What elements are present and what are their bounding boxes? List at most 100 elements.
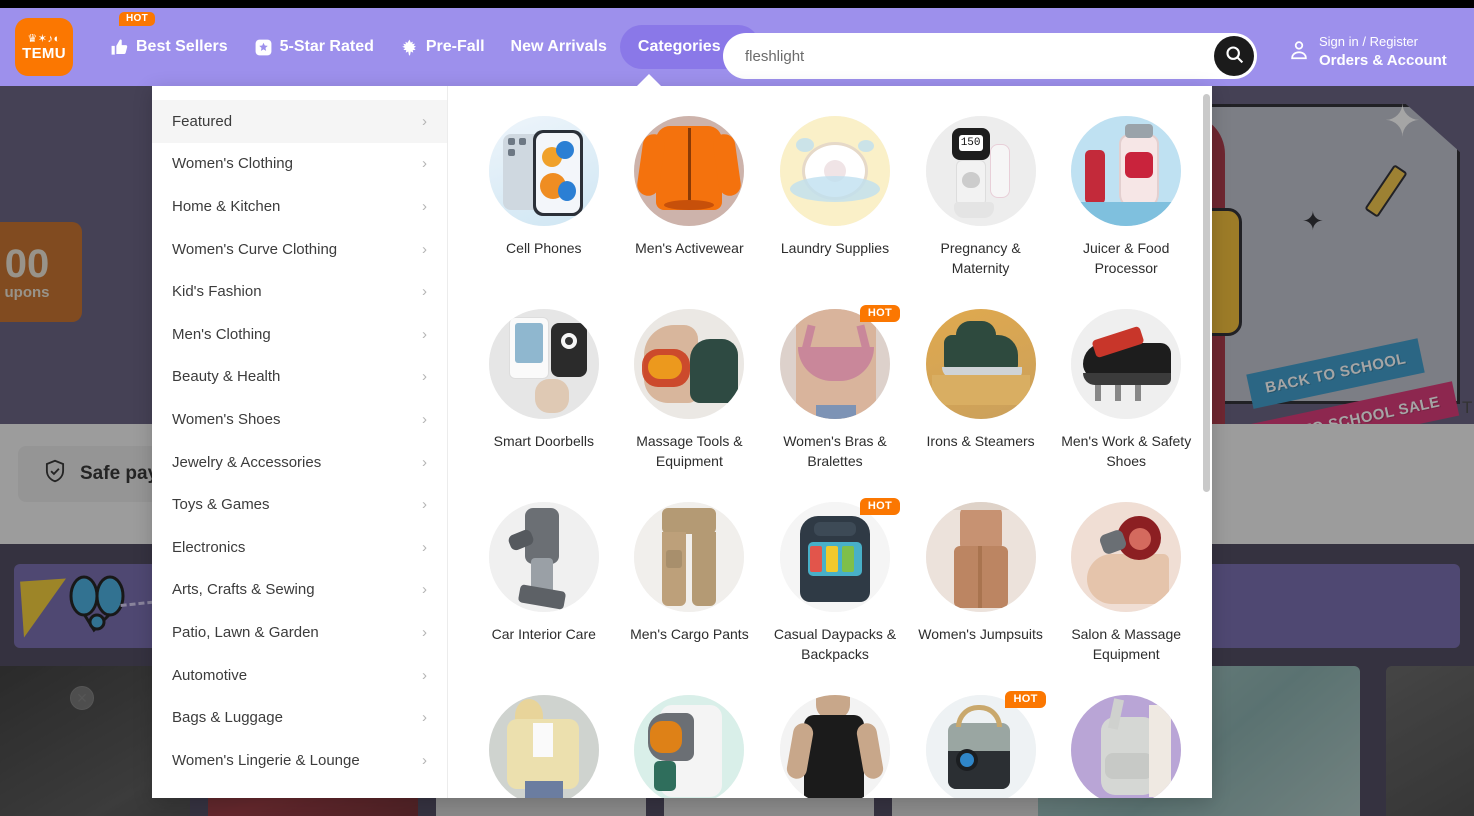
bg-product-card[interactable]	[1386, 666, 1474, 816]
featured-tile-item-20[interactable]	[1056, 687, 1196, 798]
chevron-right-icon: ›	[422, 538, 427, 556]
featured-tile-grid: Cell Phones Men's Activewear Laundry Suppl…	[474, 108, 1196, 798]
featured-tile-item-18[interactable]	[765, 687, 905, 798]
sparkle-icon-small: ✦	[1302, 206, 1324, 236]
category-item-featured[interactable]: Featured ›	[152, 100, 447, 143]
tile-thumbnail-bra	[779, 309, 890, 419]
chevron-right-icon: ›	[422, 240, 427, 258]
tile-label: Juicer & Food Processor	[1083, 240, 1170, 277]
tile-thumbnail-wrap	[488, 502, 599, 612]
temu-logo-text: TEMU	[22, 44, 66, 62]
user-icon	[1288, 38, 1310, 67]
tile-thumbnail-wrap: HOT	[779, 305, 900, 419]
maple-leaf-icon	[400, 38, 419, 57]
nav-label-5-star-rated: 5-Star Rated	[279, 38, 374, 55]
tile-label: Laundry Supplies	[780, 240, 890, 256]
tile-thumbnail-wrap	[488, 309, 599, 419]
nav-item-pre-fall[interactable]: Pre-Fall	[387, 25, 498, 69]
tile-thumbnail-jacket	[634, 116, 745, 226]
category-item-jewelry-accessories[interactable]: Jewelry & Accessories ›	[152, 441, 447, 484]
tile-thumbnail-iron	[925, 309, 1036, 419]
search-input[interactable]	[745, 47, 1165, 65]
temu-logo[interactable]: ♛✶♪◐ TEMU	[15, 18, 73, 76]
search-button[interactable]	[1214, 36, 1254, 76]
category-item-label: Women's Shoes	[172, 410, 281, 428]
nav-item-best-sellers[interactable]: HOT Best Sellers	[97, 12, 241, 69]
featured-tile-women-s-bras-bralettes[interactable]: HOT Women's Bras & Bralettes	[765, 301, 905, 494]
category-item-automotive[interactable]: Automotive ›	[152, 654, 447, 697]
coupon-popup[interactable]: 00 upons	[0, 222, 82, 322]
featured-tile-laundry-supplies[interactable]: Laundry Supplies	[765, 108, 905, 301]
featured-tile-pregnancy-maternity[interactable]: 150 Pregnancy & Maternity	[911, 108, 1051, 301]
featured-tile-car-interior-care[interactable]: Car Interior Care	[474, 494, 614, 687]
search-bar[interactable]	[723, 33, 1257, 79]
category-item-men-s-clothing[interactable]: Men's Clothing ›	[152, 313, 447, 356]
star-badge-icon	[254, 38, 273, 57]
tile-thumbnail-wrap	[634, 309, 745, 419]
nav-item-5-star-rated[interactable]: 5-Star Rated	[241, 25, 387, 69]
tile-thumbnail-shoe	[1071, 309, 1182, 419]
tile-label: Women's Jumpsuits	[918, 626, 1043, 642]
chevron-right-icon: ›	[422, 453, 427, 471]
featured-tile-men-s-work-safety-shoes[interactable]: Men's Work & Safety Shoes	[1056, 301, 1196, 494]
category-item-women-s-lingerie-lounge[interactable]: Women's Lingerie & Lounge ›	[152, 739, 447, 782]
featured-tile-men-s-activewear[interactable]: Men's Activewear	[620, 108, 760, 301]
tile-thumbnail-wrap: 150	[925, 116, 1036, 226]
panel-scrollbar-thumb[interactable]	[1203, 94, 1210, 492]
featured-tile-item-19[interactable]: HOT	[911, 687, 1051, 798]
category-item-women-s-clothing[interactable]: Women's Clothing ›	[152, 143, 447, 186]
category-item-women-s-curve-clothing[interactable]: Women's Curve Clothing ›	[152, 228, 447, 271]
featured-tile-irons-steamers[interactable]: Irons & Steamers	[911, 301, 1051, 494]
featured-tile-smart-doorbells[interactable]: Smart Doorbells	[474, 301, 614, 494]
category-item-label: Arts, Crafts & Sewing	[172, 581, 315, 599]
category-item-arts-crafts-sewing[interactable]: Arts, Crafts & Sewing ›	[152, 569, 447, 612]
category-item-bags-luggage[interactable]: Bags & Luggage ›	[152, 696, 447, 739]
category-item-label: Home & Kitchen	[172, 197, 281, 215]
category-item-toys-games[interactable]: Toys & Games ›	[152, 483, 447, 526]
tile-label: Cell Phones	[506, 240, 582, 256]
category-item-home-kitchen[interactable]: Home & Kitchen ›	[152, 185, 447, 228]
tile-thumbnail-wrap	[488, 116, 599, 226]
featured-tile-casual-daypacks-backpacks[interactable]: HOT Casual Daypacks & Backpacks	[765, 494, 905, 687]
search-icon	[1224, 44, 1245, 68]
featured-tile-item-17[interactable]	[620, 687, 760, 798]
category-item-patio-lawn-garden[interactable]: Patio, Lawn & Garden ›	[152, 611, 447, 654]
close-circle-icon[interactable]: ✕	[70, 686, 94, 710]
tile-label: Salon & Massage Equipment	[1071, 626, 1182, 663]
category-item-label: Women's Curve Clothing	[172, 240, 338, 258]
categories-dropdown-panel: Featured › Women's Clothing › Home & Kitchen…	[152, 86, 1212, 798]
tile-thumbnail-vacuum	[488, 502, 599, 612]
scissors-icon	[69, 575, 125, 633]
featured-tile-item-16[interactable]	[474, 687, 614, 798]
dropdown-caret	[636, 74, 662, 87]
nav-label-best-sellers: Best Sellers	[136, 38, 228, 55]
featured-tile-men-s-cargo-pants[interactable]: Men's Cargo Pants	[620, 494, 760, 687]
featured-tile-massage-tools-equipment[interactable]: Massage Tools & Equipment	[620, 301, 760, 494]
tile-label: Irons & Steamers	[926, 433, 1035, 449]
chevron-right-icon: ›	[422, 155, 427, 173]
panel-scrollbar[interactable]	[1203, 94, 1210, 790]
featured-tile-juicer-food-processor[interactable]: Juicer & Food Processor	[1056, 108, 1196, 301]
featured-tile-cell-phones[interactable]: Cell Phones	[474, 108, 614, 301]
category-item-label: Kid's Fashion	[172, 283, 262, 301]
category-item-women-s-shoes[interactable]: Women's Shoes ›	[152, 398, 447, 441]
tile-thumbnail-wrap	[634, 116, 745, 226]
category-item-electronics[interactable]: Electronics ›	[152, 526, 447, 569]
background-right-text: T	[1462, 398, 1473, 417]
tile-thumbnail-wrap	[1071, 502, 1182, 612]
featured-tile-salon-massage-equipment[interactable]: Salon & Massage Equipment	[1056, 494, 1196, 687]
tile-label: Massage Tools & Equipment	[636, 433, 743, 470]
tile-thumbnail-wrap: HOT	[779, 498, 900, 612]
nav-item-new-arrivals[interactable]: New Arrivals	[498, 25, 620, 69]
tile-hot-badge: HOT	[859, 305, 900, 322]
featured-grid-area: Cell Phones Men's Activewear Laundry Suppl…	[448, 86, 1212, 798]
category-item-label: Beauty & Health	[172, 368, 281, 386]
category-item-label: Electronics	[172, 538, 246, 556]
tile-thumbnail-jumpsuit	[925, 502, 1036, 612]
tile-label: Men's Activewear	[635, 240, 744, 256]
tile-thumbnail-monitor: 150	[925, 116, 1036, 226]
category-item-kid-s-fashion[interactable]: Kid's Fashion ›	[152, 270, 447, 313]
category-item-beauty-health[interactable]: Beauty & Health ›	[152, 356, 447, 399]
account-menu[interactable]: Sign in / Register Orders & Account	[1288, 34, 1447, 70]
featured-tile-women-s-jumpsuits[interactable]: Women's Jumpsuits	[911, 494, 1051, 687]
